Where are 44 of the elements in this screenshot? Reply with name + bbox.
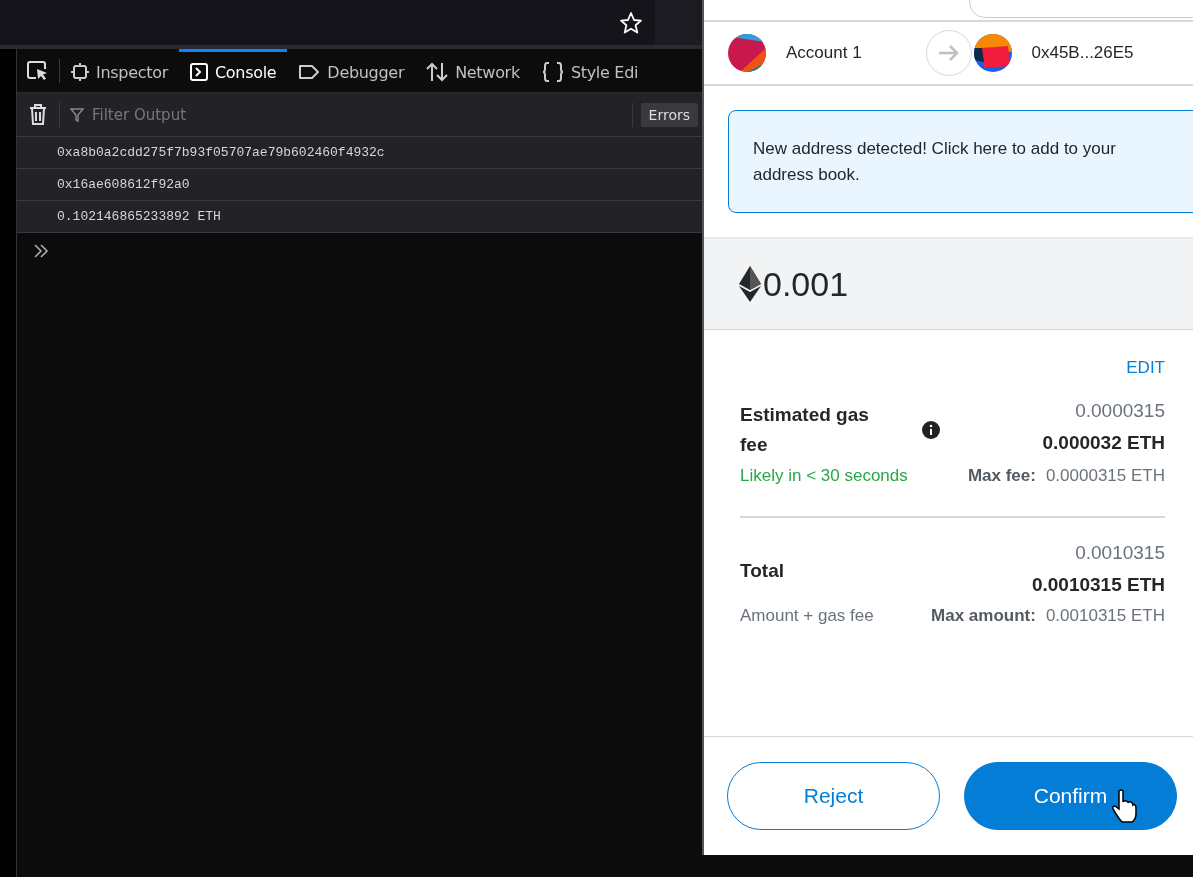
- cursor-in-box-icon: [27, 60, 49, 81]
- max-label: Max fee:: [967, 466, 1036, 486]
- reject-button[interactable]: Reject: [727, 762, 940, 830]
- confirm-button[interactable]: Confirm: [964, 762, 1177, 830]
- tag-icon: [298, 64, 321, 80]
- console-log-text: 0xa8b0a2cdd275f7b93f05707ae79b602460f4932c: [57, 145, 385, 160]
- console-log-text: 0.102146865233892 ETH: [57, 209, 221, 224]
- eth-value: 0.0010315 ETH: [1031, 574, 1165, 596]
- star-icon[interactable]: [619, 10, 643, 35]
- recipient-avatar-icon: [973, 34, 1012, 72]
- edit-link[interactable]: EDIT: [1126, 358, 1165, 378]
- console-log-text: 0x16ae608612f92a0: [57, 177, 190, 192]
- filter-toggle-button[interactable]: Errors: [640, 102, 698, 127]
- fiat-value: 0.0000315: [1075, 400, 1165, 422]
- max-label: Max amount:: [931, 606, 1036, 626]
- amount-value: 0.001: [763, 264, 849, 304]
- fee-label: Estimated gas fee: [740, 403, 870, 457]
- account-name: Account 1: [786, 43, 862, 63]
- console-icon: [189, 63, 208, 81]
- max-value: 0.0000315 ETH: [1045, 466, 1165, 486]
- right-arrow-icon: [937, 44, 960, 62]
- hand-cursor-icon: [1111, 789, 1137, 823]
- filter-output-field[interactable]: Filter Output: [90, 104, 294, 125]
- devtools-tab[interactable]: Inspector: [60, 49, 179, 92]
- eth-value: 0.000032 ETH: [1042, 432, 1165, 454]
- funnel-icon: [70, 107, 84, 122]
- double-chevron-icon: [33, 244, 49, 258]
- fiat-value: 0.0010315: [1075, 542, 1165, 564]
- fee-label: Total: [740, 559, 785, 583]
- devtools-tab[interactable]: Debugger: [287, 49, 416, 92]
- braces-icon: [541, 62, 564, 82]
- trash-icon: [29, 103, 47, 126]
- devtools-tab[interactable]: Style Edi: [530, 49, 650, 92]
- account-avatar-icon: [728, 34, 766, 72]
- recipient-address: 0x45B...26E5: [1031, 43, 1134, 63]
- devtools-tab[interactable]: Network: [415, 49, 531, 92]
- up-down-arrows-icon: [426, 62, 449, 82]
- info-icon[interactable]: [922, 421, 940, 439]
- hint-text: Amount + gas fee: [740, 606, 874, 626]
- hint-text: Likely in < 30 seconds: [740, 466, 908, 486]
- box-icon: [71, 63, 89, 81]
- max-value: 0.0010315 ETH: [1045, 606, 1165, 626]
- ethereum-icon: [739, 266, 761, 302]
- new-address-notice[interactable]: New address detected! Click here to add to your address book.: [728, 110, 1193, 213]
